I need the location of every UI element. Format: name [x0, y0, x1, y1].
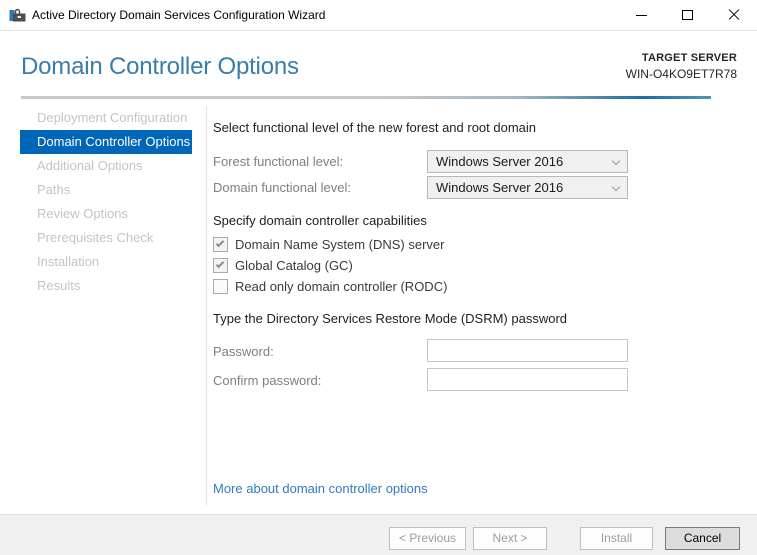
page-title: Domain Controller Options — [21, 53, 299, 80]
sidebar-item-domain-controller-options[interactable]: Domain Controller Options — [20, 130, 192, 154]
gc-checkbox-label: Global Catalog (GC) — [235, 258, 353, 273]
forest-functional-level-dropdown[interactable]: Windows Server 2016 — [427, 150, 628, 173]
minimize-button[interactable] — [619, 0, 665, 30]
cancel-button[interactable]: Cancel — [665, 527, 740, 550]
domain-functional-level-label: Domain functional level: — [213, 180, 352, 195]
checkmark-icon — [215, 238, 225, 248]
minimize-icon — [636, 15, 647, 16]
previous-button[interactable]: < Previous — [389, 527, 466, 550]
gc-checkbox[interactable] — [213, 258, 228, 273]
dns-checkbox[interactable] — [213, 237, 228, 252]
header-divider — [21, 96, 711, 99]
sidebar-item-prerequisites-check[interactable]: Prerequisites Check — [20, 226, 192, 250]
wizard-window: Active Directory Domain Services Configu… — [0, 0, 757, 555]
sidebar-item-results[interactable]: Results — [20, 274, 192, 298]
forest-functional-level-label: Forest functional level: — [213, 154, 344, 169]
domain-functional-level-value: Windows Server 2016 — [436, 180, 564, 195]
window-title: Active Directory Domain Services Configu… — [32, 8, 326, 22]
footer-bar: < Previous Next > Install Cancel — [0, 514, 757, 555]
forest-functional-level-value: Windows Server 2016 — [436, 154, 564, 169]
sidebar-item-installation[interactable]: Installation — [20, 250, 192, 274]
install-button[interactable]: Install — [580, 527, 653, 550]
functional-level-heading: Select functional level of the new fores… — [213, 120, 537, 135]
maximize-icon — [682, 10, 693, 20]
rodc-checkbox-label: Read only domain controller (RODC) — [235, 279, 448, 294]
confirm-password-field[interactable] — [427, 368, 628, 391]
dns-checkbox-label: Domain Name System (DNS) server — [235, 237, 445, 252]
target-server-block: TARGET SERVER WIN-O4KO9ET7R78 — [626, 52, 737, 81]
more-about-link[interactable]: More about domain controller options — [213, 481, 428, 496]
sidebar-item-paths[interactable]: Paths — [20, 178, 192, 202]
close-icon — [728, 9, 740, 21]
confirm-password-label: Confirm password: — [213, 373, 322, 388]
close-button[interactable] — [711, 0, 757, 30]
chevron-down-icon — [611, 156, 621, 166]
sidebar-item-deployment-configuration[interactable]: Deployment Configuration — [20, 106, 192, 130]
maximize-button[interactable] — [665, 0, 711, 30]
capabilities-heading: Specify domain controller capabilities — [213, 213, 427, 228]
sidebar-item-review-options[interactable]: Review Options — [20, 202, 192, 226]
rodc-checkbox[interactable] — [213, 279, 228, 294]
domain-functional-level-dropdown[interactable]: Windows Server 2016 — [427, 176, 628, 199]
sidebar-separator — [206, 106, 207, 505]
toolbox-icon — [9, 8, 26, 22]
sidebar-item-additional-options[interactable]: Additional Options — [20, 154, 192, 178]
checkmark-icon — [215, 259, 225, 269]
password-field[interactable] — [427, 339, 628, 362]
next-button[interactable]: Next > — [473, 527, 547, 550]
target-server-label: TARGET SERVER — [641, 52, 737, 64]
dsrm-heading: Type the Directory Services Restore Mode… — [213, 311, 568, 326]
chevron-down-icon — [611, 182, 621, 192]
target-server-name: WIN-O4KO9ET7R78 — [625, 67, 737, 81]
password-label: Password: — [213, 344, 274, 359]
title-bar: Active Directory Domain Services Configu… — [0, 0, 757, 31]
